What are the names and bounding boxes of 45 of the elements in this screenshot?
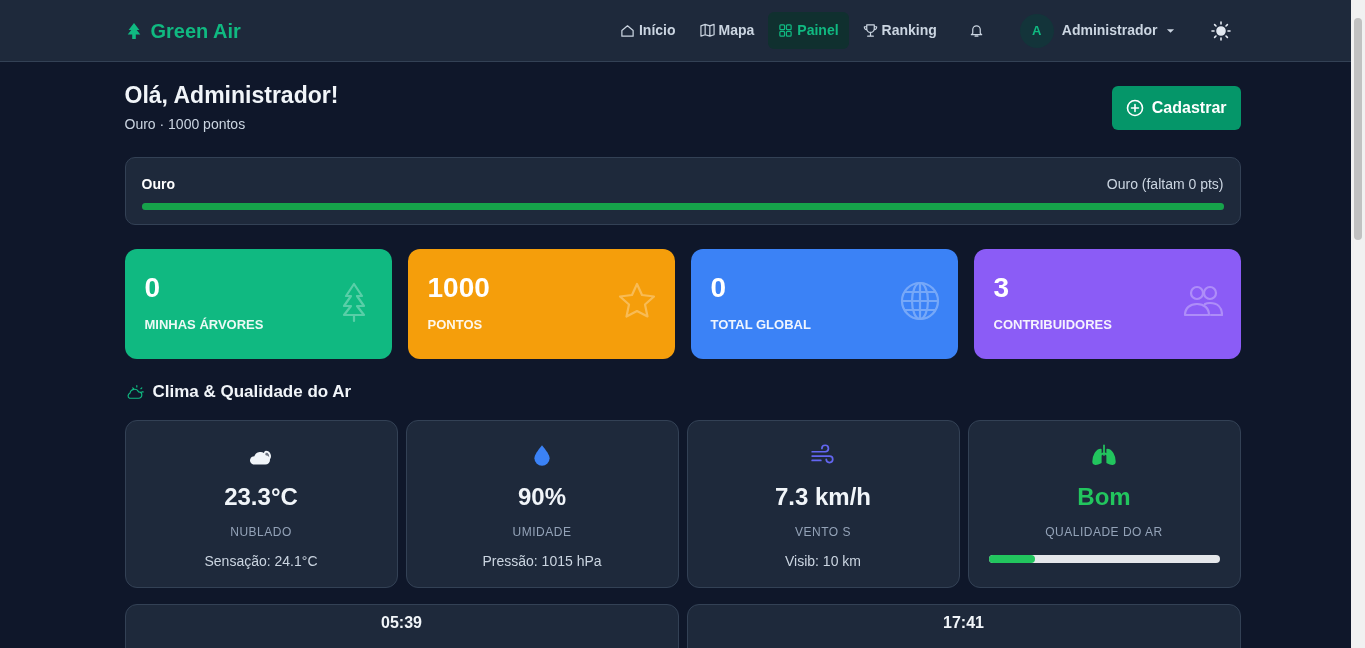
stat-label: PONTOS <box>427 316 484 335</box>
sun-time: 05:39 <box>380 613 423 634</box>
user-menu[interactable]: A Administrador <box>1013 12 1181 49</box>
grid-icon <box>778 23 794 38</box>
plus-circle-icon <box>1125 99 1144 117</box>
weather-value: 7.3 km/h <box>773 482 872 513</box>
lungs-icon <box>1091 443 1117 468</box>
stat-value: 3 <box>993 272 1010 304</box>
trophy-icon <box>862 23 878 38</box>
weather-label: NUBLADO <box>229 524 293 542</box>
stat-value: 1000 <box>427 272 490 304</box>
brand-logo[interactable]: Green Air <box>150 15 241 46</box>
stat-label: CONTRIBUIDORES <box>993 316 1113 335</box>
sun-time: 17:41 <box>942 613 985 634</box>
page-title: Olá, Administrador! <box>124 82 339 110</box>
stat-value: 0 <box>710 272 727 304</box>
weather-label: UMIDADE <box>511 524 573 542</box>
section-title: Clima & Qualidade do Ar <box>152 380 352 403</box>
weather-detail: Sensação: 24.1°C <box>203 552 319 572</box>
weather-label: VENTO S <box>794 524 852 542</box>
nav-link[interactable]: Painel <box>768 12 849 49</box>
home-icon <box>619 23 635 38</box>
map-icon <box>699 23 715 38</box>
nav-link[interactable]: Ranking <box>852 12 947 49</box>
weather-value: 90% <box>516 482 567 513</box>
weather-label: QUALIDADE DO AR <box>1044 524 1164 542</box>
level-status: Ouro (faltam 0 pts) <box>1106 174 1224 194</box>
weather-detail: Visib: 10 km <box>784 552 862 572</box>
weather-value: Bom <box>1076 482 1132 513</box>
level-label: Ouro <box>141 174 175 194</box>
stat-value: 0 <box>144 272 161 304</box>
sun-icon <box>1210 20 1231 41</box>
register-button[interactable]: Cadastrar <box>1111 86 1241 130</box>
avatar: A <box>1019 13 1054 48</box>
nav-link[interactable]: Início <box>609 12 686 49</box>
weather-detail: Pressão: 1015 hPa <box>481 552 603 572</box>
scrollbar[interactable] <box>1351 0 1365 648</box>
globe-icon <box>899 280 940 323</box>
user-summary: Ouro · 1000 pontos <box>124 114 247 134</box>
nav-link[interactable]: Mapa <box>689 12 765 49</box>
stat-label: MINHAS ÁRVORES <box>144 316 265 335</box>
stat-label: TOTAL GLOBAL <box>710 316 812 335</box>
bell-icon <box>968 23 984 38</box>
weather-value: 23.3°C <box>223 482 299 513</box>
caret-icon <box>1165 27 1175 34</box>
